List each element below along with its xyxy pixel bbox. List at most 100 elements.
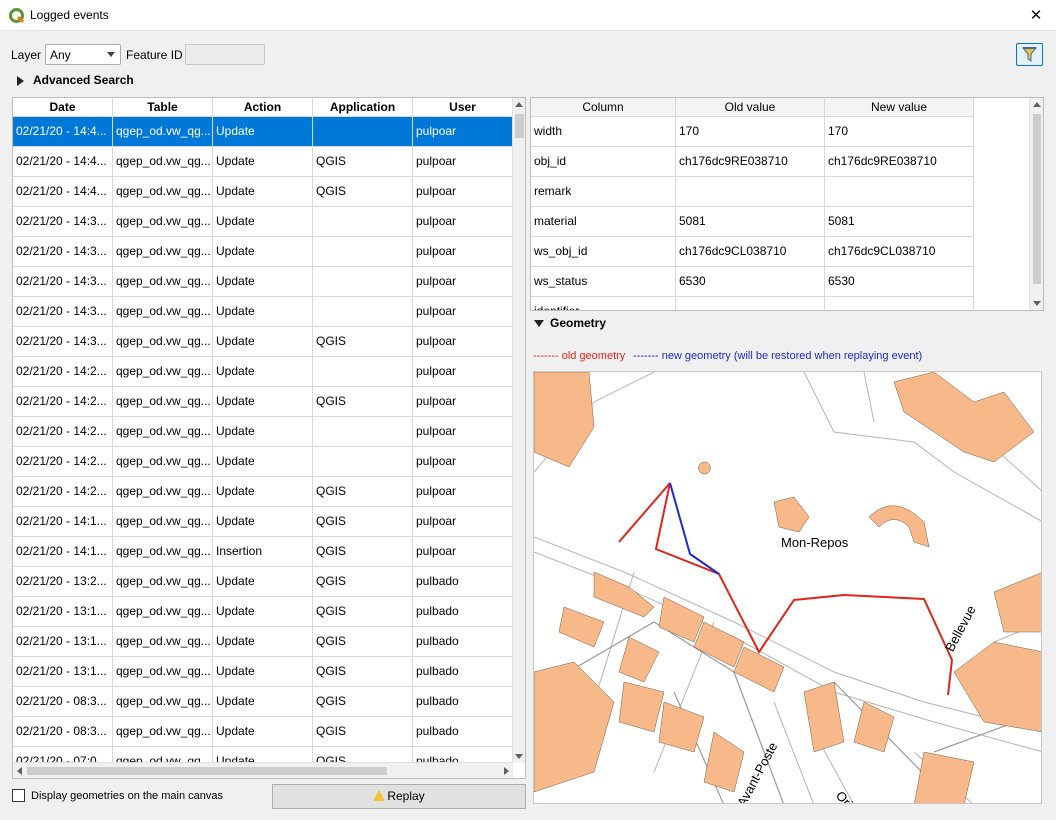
- geometry-map-canvas[interactable]: Mon-Repos Bellevue Avant-Poste Ori: [533, 371, 1042, 804]
- collapse-arrow-icon[interactable]: [534, 320, 544, 327]
- table-cell: pulpoar: [413, 477, 513, 506]
- table-row[interactable]: 02/21/20 - 14:2... qgep_od.vw_qg... Update…: [13, 387, 513, 417]
- scroll-up-icon[interactable]: [1033, 102, 1041, 107]
- table-cell: 02/21/20 - 08:3...: [13, 687, 113, 716]
- column-header-table[interactable]: Table: [113, 98, 213, 117]
- table-cell: Update: [213, 717, 313, 746]
- table-row[interactable]: 02/21/20 - 13:1... qgep_od.vw_qg... Update…: [13, 597, 513, 627]
- table-cell: qgep_od.vw_qg...: [113, 147, 213, 176]
- column-header-action[interactable]: Action: [213, 98, 313, 117]
- table-cell: [313, 417, 413, 446]
- filter-button[interactable]: [1016, 43, 1043, 66]
- table-row[interactable]: ws_status 6530 6530: [531, 267, 974, 297]
- table-row[interactable]: 02/21/20 - 14:3... qgep_od.vw_qg... Update…: [13, 237, 513, 267]
- table-row[interactable]: 02/21/20 - 14:1... qgep_od.vw_qg... Insert…: [13, 537, 513, 567]
- table-row[interactable]: 02/21/20 - 14:2... qgep_od.vw_qg... Update…: [13, 447, 513, 477]
- table-row[interactable]: 02/21/20 - 14:4... qgep_od.vw_qg... Update…: [13, 177, 513, 207]
- events-table[interactable]: Date Table Action Application User 02/21…: [12, 97, 526, 779]
- feature-id-input[interactable]: [185, 44, 265, 65]
- table-row[interactable]: ws_obj_id ch176dc9CL038710 ch176dc9CL03871…: [531, 237, 974, 267]
- table-row[interactable]: obj_id ch176dc9RE038710 ch176dc9RE038710: [531, 147, 974, 177]
- table-row[interactable]: 02/21/20 - 08:3... qgep_od.vw_qg... Update…: [13, 717, 513, 747]
- table-cell: 02/21/20 - 14:3...: [13, 207, 113, 236]
- table-cell: QGIS: [313, 177, 413, 206]
- events-horizontal-scrollbar[interactable]: [13, 762, 513, 778]
- scroll-down-icon[interactable]: [1033, 301, 1041, 306]
- display-geometries-label[interactable]: Display geometries on the main canvas: [31, 790, 223, 802]
- changes-vertical-scrollbar[interactable]: [1029, 98, 1043, 310]
- table-cell: pulpoar: [413, 237, 513, 266]
- scroll-right-icon[interactable]: [504, 767, 509, 775]
- table-cell: QGIS: [313, 537, 413, 566]
- table-row[interactable]: 02/21/20 - 14:3... qgep_od.vw_qg... Update…: [13, 207, 513, 237]
- table-row[interactable]: material 5081 5081: [531, 207, 974, 237]
- table-cell: 02/21/20 - 14:2...: [13, 357, 113, 386]
- table-row[interactable]: 02/21/20 - 08:3... qgep_od.vw_qg... Update…: [13, 687, 513, 717]
- layer-combo[interactable]: Any: [45, 44, 121, 65]
- table-cell: Update: [213, 207, 313, 236]
- changes-table-header: Column Old value New value: [531, 98, 974, 117]
- geometry-section-toggle[interactable]: Geometry: [550, 316, 606, 330]
- column-header-date[interactable]: Date: [13, 98, 113, 117]
- scrollbar-thumb[interactable]: [27, 767, 387, 775]
- table-cell: Update: [213, 627, 313, 656]
- table-cell: remark: [531, 177, 676, 207]
- table-cell: QGIS: [313, 627, 413, 656]
- advanced-search-toggle[interactable]: Advanced Search: [33, 73, 134, 87]
- table-cell: Update: [213, 327, 313, 356]
- table-cell: ch176dc9RE038710: [825, 147, 974, 177]
- replay-button[interactable]: Replay: [272, 784, 526, 809]
- table-cell: 02/21/20 - 14:3...: [13, 327, 113, 356]
- table-row[interactable]: 02/21/20 - 07:0... qgep_od.vw_qg... Update…: [13, 747, 513, 763]
- table-row[interactable]: 02/21/20 - 14:2... qgep_od.vw_qg... Update…: [13, 357, 513, 387]
- table-row[interactable]: 02/21/20 - 14:2... qgep_od.vw_qg... Update…: [13, 477, 513, 507]
- table-cell: pulpoar: [413, 387, 513, 416]
- expand-arrow-icon[interactable]: [17, 76, 24, 86]
- map-rendering: [534, 372, 1041, 803]
- table-row[interactable]: 02/21/20 - 14:1... qgep_od.vw_qg... Update…: [13, 507, 513, 537]
- table-row[interactable]: 02/21/20 - 14:4... qgep_od.vw_qg... Update…: [13, 117, 513, 147]
- events-vertical-scrollbar[interactable]: [512, 98, 525, 763]
- table-cell: pulpoar: [413, 147, 513, 176]
- table-cell: 6530: [676, 267, 825, 297]
- table-cell: pulpoar: [413, 117, 513, 146]
- scrollbar-thumb[interactable]: [515, 114, 524, 138]
- scroll-down-icon[interactable]: [515, 754, 523, 759]
- table-cell: ch176dc9CL038710: [676, 237, 825, 267]
- column-header-column[interactable]: Column: [531, 98, 676, 117]
- column-header-new-value[interactable]: New value: [825, 98, 974, 117]
- table-row[interactable]: 02/21/20 - 14:2... qgep_od.vw_qg... Update…: [13, 417, 513, 447]
- close-button[interactable]: ✕: [1016, 0, 1056, 31]
- qgis-logo-icon: [9, 8, 25, 24]
- table-row[interactable]: 02/21/20 - 13:2... qgep_od.vw_qg... Update…: [13, 567, 513, 597]
- table-cell: Update: [213, 117, 313, 146]
- table-row[interactable]: 02/21/20 - 14:4... qgep_od.vw_qg... Update…: [13, 147, 513, 177]
- table-cell: material: [531, 207, 676, 237]
- table-row[interactable]: remark: [531, 177, 974, 207]
- column-header-user[interactable]: User: [413, 98, 513, 117]
- table-cell: Update: [213, 657, 313, 686]
- scrollbar-thumb[interactable]: [1033, 114, 1041, 284]
- table-cell: [313, 447, 413, 476]
- scroll-left-icon[interactable]: [17, 767, 22, 775]
- table-cell: qgep_od.vw_qg...: [113, 267, 213, 296]
- table-row[interactable]: 02/21/20 - 14:3... qgep_od.vw_qg... Update…: [13, 327, 513, 357]
- column-header-old-value[interactable]: Old value: [676, 98, 825, 117]
- table-row[interactable]: identifier: [531, 297, 974, 310]
- table-cell: [313, 207, 413, 236]
- display-geometries-checkbox[interactable]: [12, 789, 25, 802]
- table-cell: qgep_od.vw_qg...: [113, 567, 213, 596]
- scroll-up-icon[interactable]: [515, 102, 523, 107]
- table-cell: qgep_od.vw_qg...: [113, 627, 213, 656]
- table-row[interactable]: 02/21/20 - 14:3... qgep_od.vw_qg... Update…: [13, 297, 513, 327]
- table-row[interactable]: width 170 170: [531, 117, 974, 147]
- chevron-down-icon: [107, 52, 115, 57]
- table-cell: pulpoar: [413, 417, 513, 446]
- table-row[interactable]: 02/21/20 - 13:1... qgep_od.vw_qg... Update…: [13, 627, 513, 657]
- column-header-application[interactable]: Application: [313, 98, 413, 117]
- table-cell: pulbado: [413, 627, 513, 656]
- table-cell: 02/21/20 - 14:2...: [13, 387, 113, 416]
- table-row[interactable]: 02/21/20 - 13:1... qgep_od.vw_qg... Update…: [13, 657, 513, 687]
- table-row[interactable]: 02/21/20 - 14:3... qgep_od.vw_qg... Update…: [13, 267, 513, 297]
- changes-table[interactable]: Column Old value New value width 170 170 ob…: [530, 97, 1044, 311]
